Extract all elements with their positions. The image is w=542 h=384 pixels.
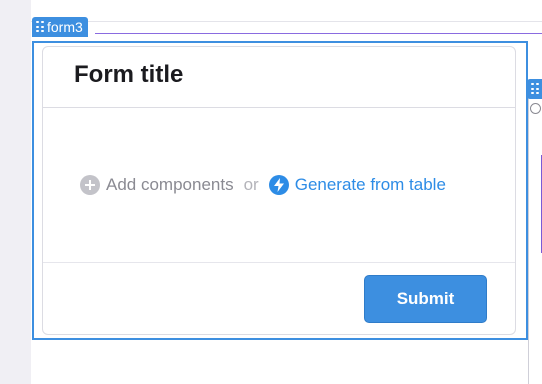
adjacent-radio-icon[interactable] bbox=[530, 103, 541, 114]
lightning-icon[interactable] bbox=[268, 175, 289, 195]
plus-circle-icon[interactable] bbox=[80, 175, 100, 195]
or-separator: or bbox=[243, 175, 259, 194]
form-title[interactable]: Form title bbox=[74, 61, 183, 89]
adjacent-drag-handle-icon[interactable] bbox=[527, 79, 542, 99]
header-divider bbox=[43, 107, 515, 108]
form-card[interactable]: Form title Add components or Generate fr… bbox=[42, 46, 516, 335]
empty-state: Add components or Generate from table bbox=[80, 175, 446, 195]
generate-from-table-link[interactable]: Generate from table bbox=[295, 175, 446, 195]
adjacent-component-edge bbox=[528, 95, 529, 384]
container-boundary-line bbox=[95, 33, 542, 34]
footer-divider bbox=[43, 262, 515, 263]
canvas-left-gutter bbox=[0, 0, 31, 384]
component-tag[interactable]: form3 bbox=[32, 17, 88, 37]
add-components-link[interactable]: Add components bbox=[106, 175, 234, 195]
drag-handle-icon[interactable] bbox=[530, 83, 539, 95]
component-tag-label: form3 bbox=[47, 19, 83, 35]
canvas-guide-line bbox=[31, 21, 542, 22]
drag-handle-icon[interactable] bbox=[36, 21, 44, 33]
submit-button[interactable]: Submit bbox=[364, 275, 487, 323]
